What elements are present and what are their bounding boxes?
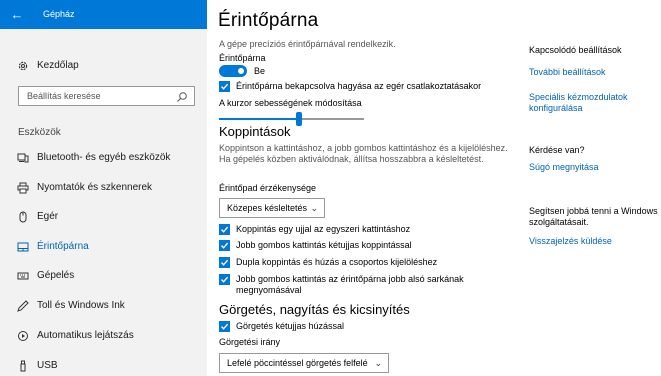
- usb-icon: [16, 359, 30, 373]
- back-arrow-icon: ←: [10, 7, 24, 22]
- send-feedback-link[interactable]: Visszajelzés küldése: [529, 236, 659, 247]
- nav-item-bluetooth[interactable]: Bluetooth- és egyéb eszközök: [0, 144, 207, 172]
- nav-item-touchpad[interactable]: Érintőpárna: [0, 233, 207, 261]
- keep-on-with-mouse-label: Érintőpárna bekapcsolva hagyása az egér …: [236, 81, 482, 91]
- back-button[interactable]: ←: [0, 0, 34, 29]
- slider-fill: [219, 118, 299, 120]
- nav-item-label: Automatikus lejátszás: [37, 330, 134, 341]
- mouse-icon: [16, 210, 30, 224]
- page-description: A gépe precíziós érintőpárnával rendelke…: [219, 39, 396, 49]
- pen-icon: [16, 299, 30, 313]
- navigation-pane: ← Gépház Kezdőlap Eszközök Bluetooth- és…: [0, 0, 207, 376]
- nav-item-mouse[interactable]: Egér: [0, 203, 207, 231]
- checkmark-icon: [221, 226, 229, 233]
- advanced-gestures-link[interactable]: Speciális kézmozdulatok konfigurálása: [529, 92, 649, 114]
- two-finger-scroll-label: Görgetés kétujjas húzással: [236, 321, 345, 331]
- title-bar: ← Gépház: [0, 0, 207, 29]
- bluetooth-devices-icon: [16, 151, 30, 165]
- page-title: Érintőpárna: [218, 10, 319, 31]
- scroll-direction-dropdown[interactable]: Lefelé pöccintéssel görgetés felfelé ⌄: [219, 353, 389, 373]
- feedback-text: Segítsen jobbá tenni a Windows szolgálta…: [529, 206, 658, 227]
- nav-item-label: Nyomtatók és szkennerek: [37, 182, 153, 193]
- question-heading: Kérdése van?: [529, 145, 585, 155]
- nav-item-label: Toll és Windows Ink: [37, 300, 125, 311]
- gear-icon: [16, 59, 30, 73]
- two-finger-right-click-checkbox[interactable]: [219, 240, 230, 251]
- nav-item-pen[interactable]: Toll és Windows Ink: [0, 292, 207, 320]
- nav-item-usb[interactable]: USB: [0, 352, 207, 376]
- touchpad-toggle[interactable]: [219, 65, 247, 77]
- nav-item-label: Bluetooth- és egyéb eszközök: [37, 152, 171, 163]
- scroll-section-title: Görgetés, nagyítás és kicsinyítés: [219, 302, 410, 317]
- touchpad-toggle-label: Érintőpárna: [219, 53, 266, 63]
- app-title: Gépház: [43, 9, 75, 19]
- sensitivity-label: Érintőpad érzékenysége: [219, 183, 317, 193]
- taps-section-title: Koppintások: [219, 124, 291, 139]
- nav-item-label: Gépelés: [37, 270, 75, 281]
- nav-item-label: USB: [37, 360, 58, 371]
- scroll-direction-value: Lefelé pöccintéssel görgetés felfelé: [227, 358, 368, 368]
- tap-single-click-checkbox[interactable]: [219, 224, 230, 235]
- corner-right-click-checkbox[interactable]: [219, 274, 230, 285]
- printer-icon: [16, 181, 30, 195]
- tap-single-click-label: Koppintás egy ujjal az egyszeri kattintá…: [236, 224, 411, 234]
- nav-item-label: Egér: [37, 211, 59, 222]
- nav-item-typing[interactable]: Gépelés: [0, 262, 207, 290]
- cursor-speed-label: A kurzor sebességének módosítása: [219, 98, 362, 108]
- touchpad-toggle-state: Be: [254, 66, 266, 76]
- nav-item-home[interactable]: Kezdőlap: [0, 52, 207, 80]
- sensitivity-value: Közepes késleltetés: [227, 203, 308, 213]
- slider-thumb[interactable]: [296, 112, 302, 126]
- search-icon[interactable]: [176, 90, 188, 102]
- touchpad-icon: [16, 240, 30, 254]
- two-finger-right-click-label: Jobb gombos kattintás kétujjas koppintás…: [236, 240, 412, 250]
- checkmark-icon: [221, 323, 229, 330]
- toggle-knob: [238, 68, 244, 74]
- keyboard-icon: [16, 269, 30, 283]
- search-input[interactable]: [19, 87, 174, 105]
- checkmark-icon: [221, 259, 229, 266]
- checkmark-icon: [221, 242, 229, 249]
- nav-item-label: Kezdőlap: [37, 60, 79, 71]
- checkmark-icon: [221, 83, 229, 90]
- more-settings-link[interactable]: További beállítások: [529, 67, 659, 78]
- double-tap-drag-checkbox[interactable]: [219, 257, 230, 268]
- nav-item-autoplay[interactable]: Automatikus lejátszás: [0, 322, 207, 350]
- scroll-direction-label: Görgetési irány: [219, 337, 281, 347]
- double-tap-drag-label: Dupla koppintás és húzás a csoportos kij…: [236, 257, 438, 267]
- corner-right-click-label-line1: Jobb gombos kattintás az érintőpárna job…: [236, 274, 464, 284]
- autoplay-icon: [16, 329, 30, 343]
- search-box: [18, 86, 195, 106]
- nav-section-header: Eszközök: [18, 127, 61, 138]
- open-help-link[interactable]: Súgó megnyitása: [529, 162, 659, 173]
- taps-description: Koppintson a kattintáshoz, a jobb gombos…: [219, 143, 508, 164]
- chevron-down-icon: ⌄: [374, 358, 382, 368]
- nav-item-label: Érintőpárna: [37, 241, 89, 252]
- related-settings-heading: Kapcsolódó beállítások: [529, 45, 622, 55]
- sensitivity-dropdown[interactable]: Közepes késleltetés ⌄: [219, 198, 325, 218]
- checkmark-icon: [221, 276, 229, 283]
- corner-right-click-label-line2: megnyomásával: [236, 285, 302, 295]
- two-finger-scroll-checkbox[interactable]: [219, 321, 230, 332]
- chevron-down-icon: ⌄: [310, 203, 318, 213]
- keep-on-with-mouse-checkbox[interactable]: [219, 81, 230, 92]
- nav-item-printers[interactable]: Nyomtatók és szkennerek: [0, 174, 207, 202]
